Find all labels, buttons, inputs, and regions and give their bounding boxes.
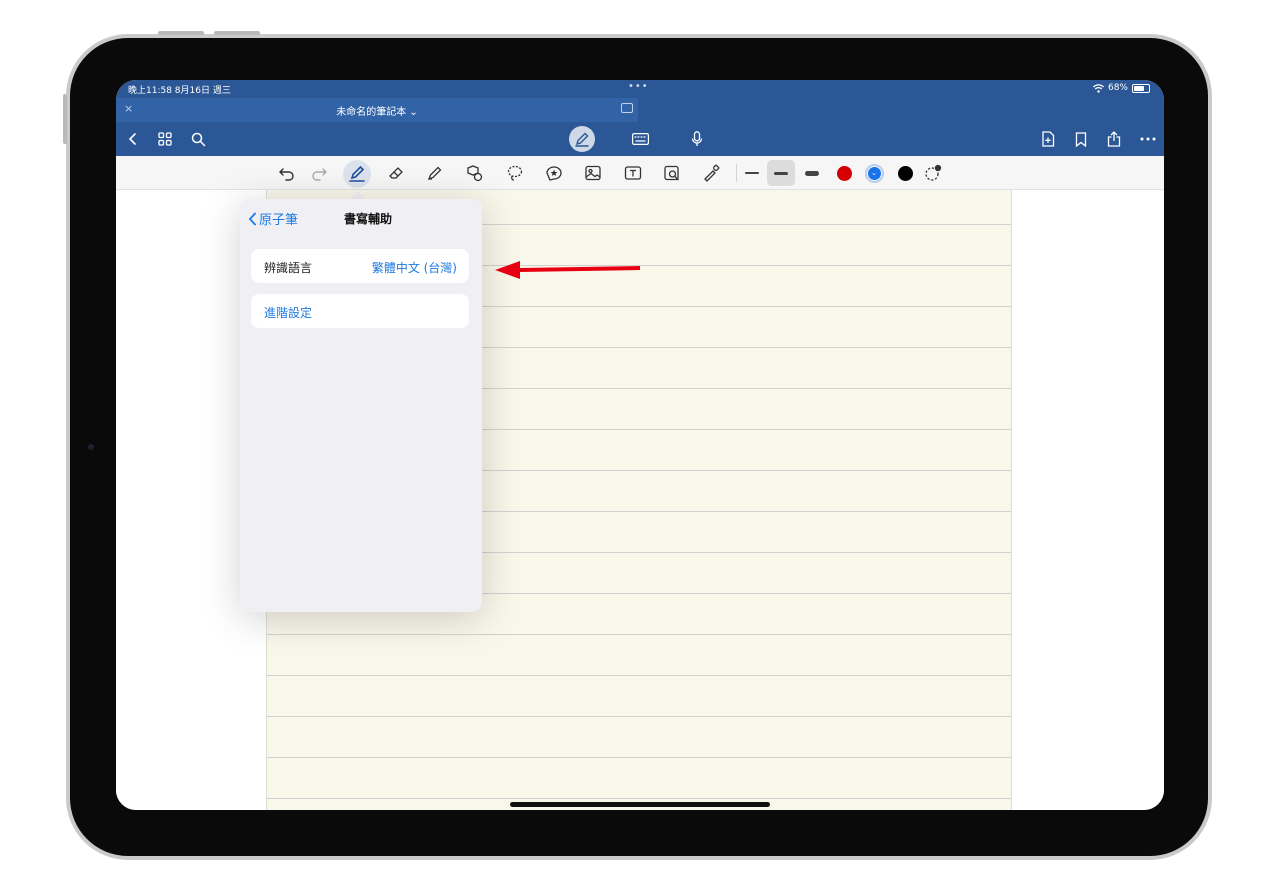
color-red-swatch[interactable]: [833, 162, 855, 184]
eraser-icon[interactable]: [385, 162, 407, 184]
recognition-language-label: 辨識語言: [264, 261, 313, 275]
split-view-icon[interactable]: [621, 103, 633, 113]
status-time-date: 晚上11:58 8月16日 週三: [128, 86, 231, 96]
search-icon[interactable]: [187, 129, 209, 149]
camera-icon[interactable]: [661, 162, 683, 184]
battery-icon: [1132, 83, 1150, 93]
stroke-medium-icon[interactable]: [770, 162, 792, 184]
status-bar: 晚上11:58 8月16日 週三 ••• 68%: [116, 80, 1164, 98]
title-bar: × 未命名的筆記本 ⌄: [116, 98, 1164, 122]
more-icon[interactable]: [1137, 129, 1159, 149]
status-right: 68%: [1093, 83, 1150, 93]
annotation-arrow: [495, 261, 640, 279]
advanced-settings-row[interactable]: 進階設定: [251, 294, 469, 328]
chevron-down-icon: ⌄: [867, 166, 881, 180]
stroke-thick-icon[interactable]: [801, 162, 823, 184]
volume-button: [214, 31, 260, 35]
share-icon[interactable]: [1103, 129, 1125, 149]
multitask-dots-icon[interactable]: •••: [628, 81, 649, 92]
bookmark-icon[interactable]: [1070, 129, 1092, 149]
keyboard-icon[interactable]: [629, 129, 651, 149]
pen-icon[interactable]: [346, 162, 368, 184]
home-indicator[interactable]: [510, 802, 770, 807]
grid-icon[interactable]: [154, 129, 176, 149]
volume-button: [158, 31, 204, 35]
pencil-mode-icon[interactable]: [571, 129, 593, 149]
add-page-icon[interactable]: [1037, 129, 1059, 149]
highlighter-icon[interactable]: [424, 162, 446, 184]
lasso-icon[interactable]: [504, 162, 526, 184]
front-camera: [88, 444, 94, 450]
toolbar-divider: [736, 164, 737, 182]
chevron-left-icon[interactable]: [122, 129, 144, 149]
stroke-thin-icon[interactable]: [741, 162, 763, 184]
recognition-language-value[interactable]: 繁體中文 (台灣): [372, 259, 457, 276]
advanced-settings-label[interactable]: 進階設定: [264, 304, 312, 321]
recognition-language-row[interactable]: 辨識語言 繁體中文 (台灣): [251, 249, 469, 283]
battery-percentage: 68%: [1107, 83, 1128, 93]
shapes-icon[interactable]: [464, 162, 486, 184]
color-blue-swatch[interactable]: ⌄: [863, 162, 885, 184]
text-icon[interactable]: [622, 162, 644, 184]
screen: 晚上11:58 8月16日 週三 ••• 68% × 未命名的筆記本 ⌄ ⌄ 原…: [116, 80, 1164, 810]
document-tab[interactable]: × 未命名的筆記本 ⌄: [116, 98, 638, 122]
add-color-icon[interactable]: [922, 162, 944, 184]
sticker-icon[interactable]: [543, 162, 565, 184]
writing-assist-popover: 原子筆 書寫輔助 辨識語言 繁體中文 (台灣) 進階設定: [240, 199, 482, 612]
image-icon[interactable]: [582, 162, 604, 184]
drawing-toolbar: ⌄: [116, 156, 1164, 190]
color-black-swatch[interactable]: [894, 162, 916, 184]
top-button: [63, 94, 67, 144]
microphone-icon[interactable]: [686, 129, 708, 149]
nav-bar: [116, 122, 1164, 156]
laser-icon[interactable]: [700, 162, 722, 184]
redo-icon[interactable]: [308, 162, 330, 184]
document-title[interactable]: 未命名的筆記本 ⌄: [116, 103, 638, 118]
wifi-icon: [1093, 83, 1104, 93]
undo-icon[interactable]: [276, 162, 298, 184]
popover-title: 書寫輔助: [343, 212, 392, 226]
